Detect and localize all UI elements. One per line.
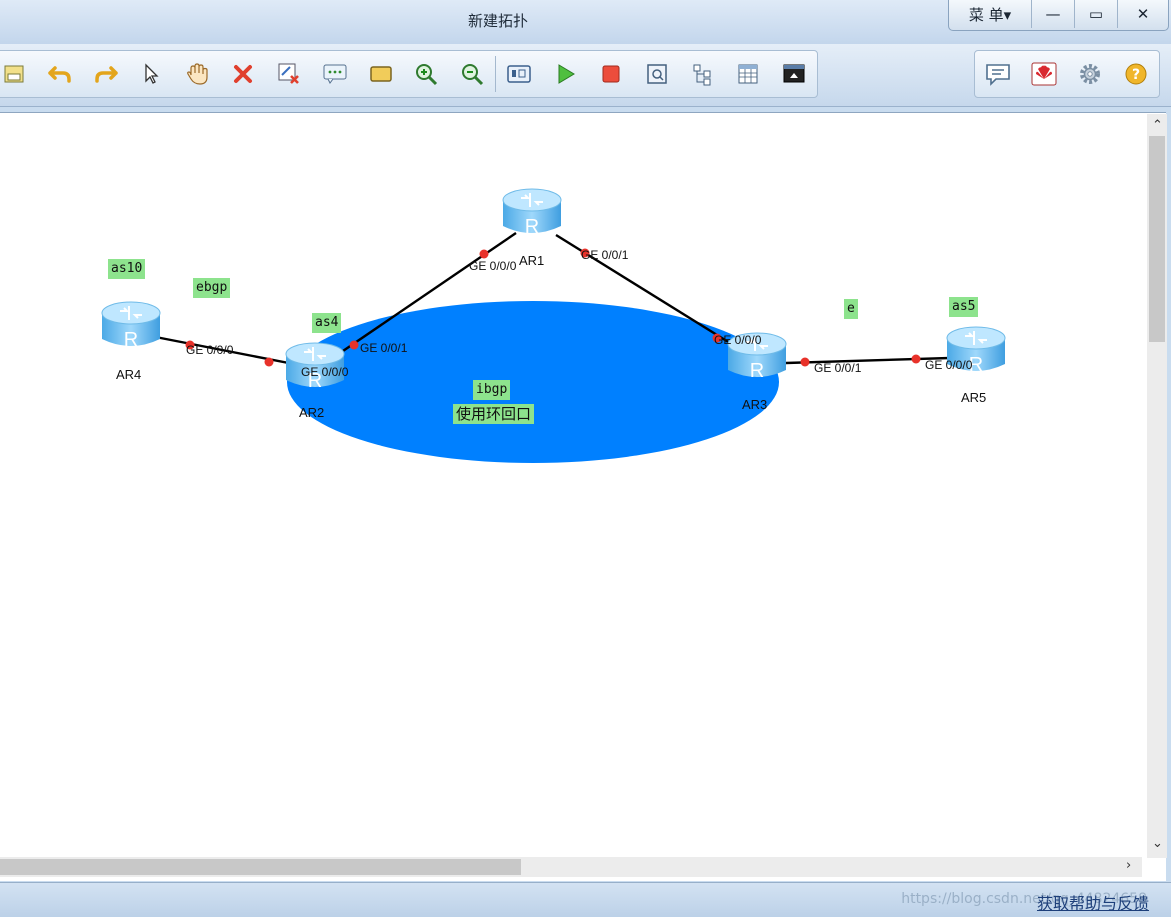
port-dot bbox=[911, 354, 921, 364]
port-dot bbox=[264, 357, 274, 367]
horizontal-scrollbar[interactable]: › bbox=[0, 857, 1142, 877]
start-device-icon[interactable] bbox=[542, 51, 588, 97]
port-dot bbox=[349, 340, 359, 350]
topology-icon[interactable] bbox=[679, 51, 725, 97]
redo-icon[interactable] bbox=[83, 51, 129, 97]
port-label-ar3-g001: GE 0/0/1 bbox=[814, 361, 862, 375]
svg-text:R: R bbox=[124, 329, 138, 351]
note-as5[interactable]: as5 bbox=[949, 297, 979, 317]
maximize-button[interactable]: ▭ bbox=[1074, 0, 1117, 28]
router-ar2-label: AR2 bbox=[299, 405, 325, 420]
port-label-ar2-g001: GE 0/0/1 bbox=[360, 341, 408, 355]
rectangle-icon[interactable] bbox=[358, 51, 404, 97]
port-label-ar1-g001: GE 0/0/1 bbox=[581, 248, 629, 262]
zoom-out-icon[interactable] bbox=[449, 51, 495, 97]
topology-drawing bbox=[129, 232, 951, 463]
clear-link-icon[interactable] bbox=[266, 51, 312, 97]
save-icon[interactable] bbox=[0, 51, 37, 97]
right-tool-group: ? bbox=[974, 50, 1160, 98]
menu-button[interactable]: 菜 单▾ bbox=[949, 0, 1031, 28]
router-ar3-label: AR3 bbox=[742, 397, 768, 412]
router-ar1-icon[interactable]: R bbox=[501, 186, 563, 242]
note-as4[interactable]: as4 bbox=[312, 313, 342, 333]
note-ebgp[interactable]: ebgp bbox=[193, 278, 231, 298]
console-icon[interactable] bbox=[771, 51, 817, 97]
scroll-right-icon[interactable]: › bbox=[1126, 858, 1131, 873]
help-icon[interactable]: ? bbox=[1113, 51, 1159, 97]
vertical-scrollbar[interactable]: ⌃ ⌄ bbox=[1147, 114, 1167, 858]
scroll-down-icon[interactable]: ⌄ bbox=[1152, 836, 1163, 851]
port-label-ar1-g000: GE 0/0/0 bbox=[469, 259, 517, 273]
svg-text:R: R bbox=[750, 360, 764, 382]
huawei-logo-icon[interactable] bbox=[1021, 51, 1067, 97]
port-label-ar3-g000: GE 0/0/0 bbox=[714, 333, 762, 347]
minimize-button[interactable]: — bbox=[1031, 0, 1074, 28]
toolbar: ? bbox=[0, 44, 1171, 107]
port-label-ar2-g000: GE 0/0/0 bbox=[301, 365, 349, 379]
port-dot bbox=[800, 357, 810, 367]
horizontal-scroll-thumb[interactable] bbox=[0, 859, 521, 875]
capture-icon[interactable] bbox=[634, 51, 680, 97]
router-ar4-icon[interactable]: R bbox=[100, 299, 162, 355]
svg-text:R: R bbox=[525, 216, 539, 238]
router-ar4-label: AR4 bbox=[116, 367, 142, 382]
close-button[interactable]: ✕ bbox=[1117, 0, 1168, 28]
settings-icon[interactable] bbox=[1067, 51, 1113, 97]
zoom-in-icon[interactable] bbox=[403, 51, 449, 97]
note-loopback[interactable]: 使用环回口 bbox=[453, 404, 535, 424]
port-label-ar5-g000: GE 0/0/0 bbox=[925, 358, 973, 372]
grid-icon[interactable] bbox=[725, 51, 771, 97]
pan-hand-icon[interactable] bbox=[174, 51, 220, 97]
text-note-icon[interactable] bbox=[312, 51, 358, 97]
window-controls: 菜 单▾ — ▭ ✕ bbox=[948, 0, 1169, 31]
svg-text:?: ? bbox=[1132, 67, 1140, 83]
note-ibgp[interactable]: ibgp bbox=[473, 380, 511, 400]
router-ar5-label: AR5 bbox=[961, 390, 987, 405]
window-title: 新建拓扑 bbox=[467, 12, 528, 30]
interface-icon[interactable] bbox=[496, 51, 542, 97]
vertical-scroll-thumb[interactable] bbox=[1149, 136, 1165, 342]
main-tool-group bbox=[0, 50, 818, 98]
topology-canvas[interactable] bbox=[0, 112, 1166, 881]
router-ar1-label: AR1 bbox=[519, 253, 545, 268]
note-as10[interactable]: as10 bbox=[108, 259, 146, 279]
help-feedback-link[interactable]: 获取帮助与反馈 bbox=[1037, 890, 1149, 914]
port-label-ar4-g000: GE 0/0/0 bbox=[186, 343, 234, 357]
port-dot bbox=[479, 249, 489, 259]
chat-icon[interactable] bbox=[975, 51, 1021, 97]
stop-device-icon[interactable] bbox=[588, 51, 634, 97]
status-bar: https://blog.csdn.net/qq_44824658 获取帮助与反… bbox=[0, 882, 1171, 917]
select-icon[interactable] bbox=[128, 51, 174, 97]
delete-icon[interactable] bbox=[220, 51, 266, 97]
ibgp-area[interactable] bbox=[287, 301, 779, 463]
note-e[interactable]: e bbox=[844, 299, 858, 319]
title-bar: 新建拓扑 菜 单▾ — ▭ ✕ bbox=[0, 0, 1171, 44]
scroll-up-icon[interactable]: ⌃ bbox=[1152, 118, 1163, 133]
undo-icon[interactable] bbox=[37, 51, 83, 97]
